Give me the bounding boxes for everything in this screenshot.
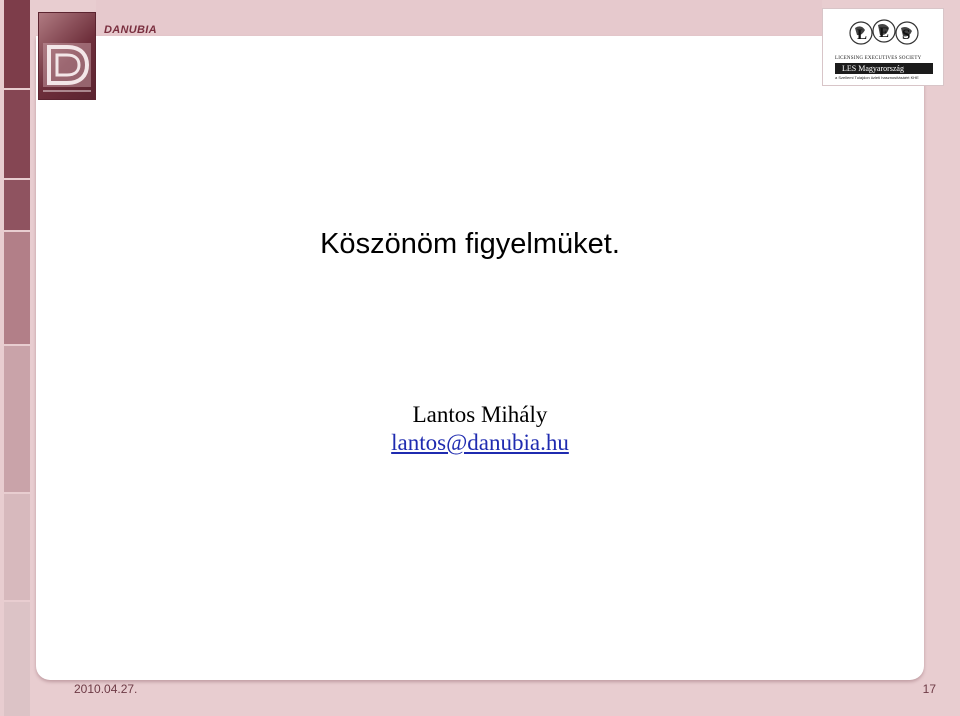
footer-date: 2010.04.27. bbox=[74, 682, 138, 696]
side-stripe bbox=[4, 180, 30, 230]
header-strip bbox=[96, 0, 822, 36]
page-number: 17 bbox=[922, 682, 936, 696]
side-stripe bbox=[4, 602, 30, 716]
slide-title: Köszönöm figyelmüket. bbox=[320, 228, 620, 260]
svg-text:E: E bbox=[879, 25, 889, 41]
les-partner-logo: L E S LICENSING EXECUTIVES SOCIETY LES M… bbox=[822, 8, 944, 86]
svg-text:S: S bbox=[902, 27, 910, 43]
side-stripe bbox=[4, 494, 30, 600]
side-stripe bbox=[4, 0, 30, 88]
les-society-text: LICENSING EXECUTIVES SOCIETY bbox=[835, 56, 922, 61]
danubia-logo-icon bbox=[38, 12, 96, 100]
author-email-link[interactable]: lantos@danubia.hu bbox=[0, 430, 960, 456]
les-country-bar: LES Magyarország bbox=[835, 63, 933, 74]
author-name: Lantos Mihály bbox=[412, 402, 548, 427]
les-subtitle: a Szellemi Tulajdon üzleti hasznosításáé… bbox=[835, 75, 919, 80]
svg-text:L: L bbox=[857, 27, 867, 43]
brand-name: DANUBIA bbox=[104, 24, 157, 36]
side-stripe bbox=[4, 90, 30, 178]
globe-icon: L E S bbox=[849, 19, 919, 45]
slide-content-area bbox=[36, 36, 924, 680]
